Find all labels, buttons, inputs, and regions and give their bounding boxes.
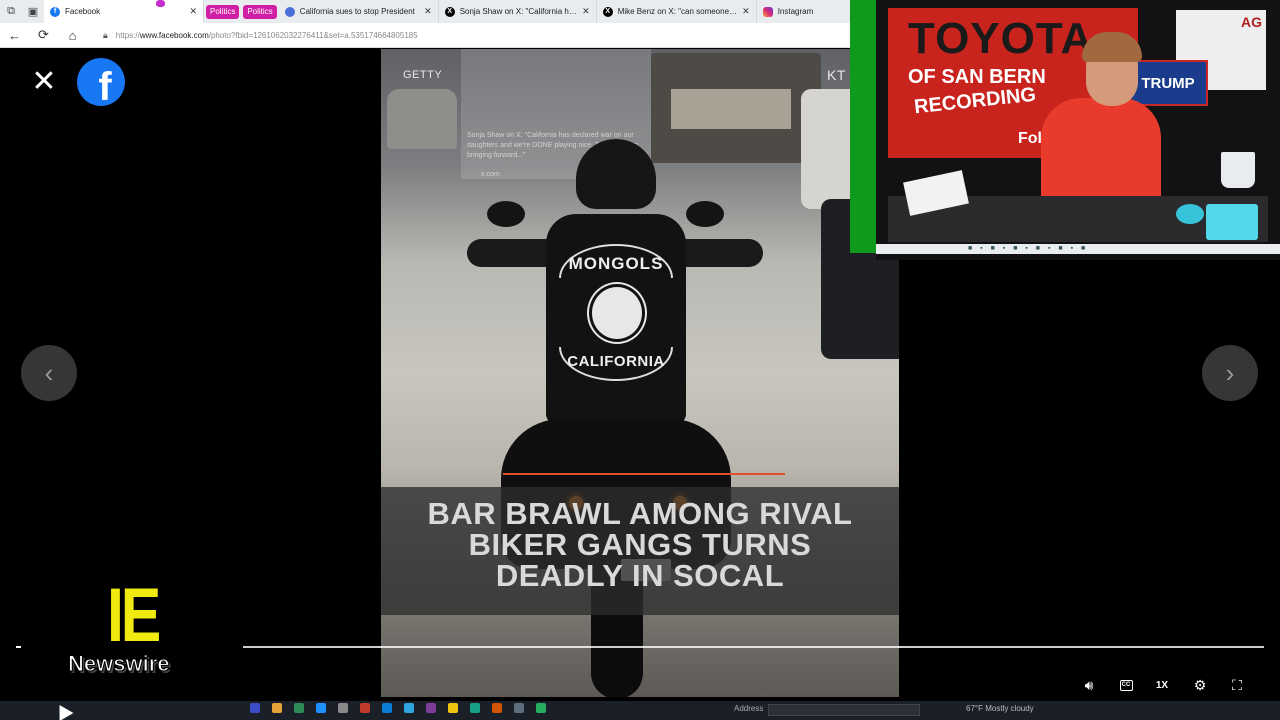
tab-group-politics[interactable]: Politics (206, 4, 240, 19)
app-icon[interactable] (492, 703, 502, 713)
webcam-overlay: TOYOTA OF SAN BERN RECORDING Follow AG T… (876, 0, 1280, 260)
app-icon[interactable] (272, 703, 282, 713)
url-scheme: https:// (115, 30, 140, 40)
captions-icon: CC (1119, 679, 1133, 691)
url-path: /photo?fbid=1261062032276411&set=a.53517… (208, 30, 418, 40)
tab-california-sues[interactable]: California sues to stop President ✕ (279, 0, 439, 23)
taskbar-address-label: Address (734, 704, 764, 713)
facebook-icon: f (50, 6, 60, 17)
app-icon[interactable] (250, 703, 260, 713)
tab-facebook[interactable]: f Facebook ✕ (44, 0, 204, 23)
logo-word: Newswire (68, 651, 170, 677)
caption-line: BAR BRAWL AMONG RIVAL (427, 496, 853, 531)
previous-photo-button[interactable]: ‹ (21, 345, 77, 401)
close-tab-icon[interactable]: ✕ (582, 6, 590, 17)
mirror-shape (487, 201, 525, 227)
address-bar: ← ⟳ ⌂ 🔒︎ https:// www.facebook.com /phot… (0, 23, 850, 48)
back-icon[interactable]: ← (0, 23, 29, 48)
settings-gear-icon[interactable]: ⚙ (1189, 672, 1211, 698)
vest-center-patch (589, 284, 645, 342)
app-icon[interactable] (514, 703, 524, 713)
tab-sonja-shaw[interactable]: X Sonja Shaw on X: "California has ✕ (439, 0, 597, 23)
app-icon[interactable] (426, 703, 436, 713)
progress-bar[interactable] (243, 646, 1264, 648)
news-icon (284, 6, 295, 17)
watermark-getty: GETTY (403, 69, 443, 81)
green-screen-strip (850, 0, 876, 253)
app-icon[interactable] (382, 703, 392, 713)
home-icon[interactable]: ⌂ (58, 23, 87, 48)
watermark-station: KT (827, 67, 846, 83)
windows-taskbar (0, 701, 1280, 720)
tab-mike-benz[interactable]: X Mike Benz on X: "can someone te ✕ (597, 0, 757, 23)
tab-group-politics-2[interactable]: Politics (243, 4, 277, 19)
tab-title: Mike Benz on X: "can someone te (617, 7, 738, 16)
campaign-sign: TRUMP (1128, 60, 1208, 106)
browser-tab-strip: ⧉ ▣ f Facebook ✕ Politics Politics Calif… (0, 0, 850, 23)
tab-title: Instagram (777, 7, 814, 16)
x-icon: X (602, 6, 613, 17)
caption-line: BIKER GANGS TURNS (468, 527, 812, 562)
mirror-shape (686, 201, 724, 227)
taskbar-app-icons (250, 703, 546, 713)
facebook-logo-letter: f (98, 65, 112, 106)
chevron-left-icon: ‹ (44, 357, 54, 388)
person-shirt-shape (1041, 98, 1161, 208)
logo-letters: IE (107, 573, 161, 658)
banner-text: TOYOTA (908, 14, 1094, 63)
next-photo-button[interactable]: › (1202, 345, 1258, 401)
volume-icon[interactable]: 🔊︎ (1078, 672, 1100, 698)
app-icon[interactable] (470, 703, 480, 713)
newswire-logo: IE Newswire (19, 573, 243, 708)
mug-shape (1221, 152, 1255, 188)
x-icon: X (444, 6, 455, 17)
url-field[interactable]: 🔒︎ https:// www.facebook.com /photo?fbid… (97, 26, 850, 45)
truck-window-shape (671, 89, 791, 129)
captions-button[interactable]: CC (1115, 672, 1137, 698)
webcam-taskbar-icons: ■ ▪ ■ ▪ ■ ▪ ■ ▪ ■ ▪ ■ (968, 245, 1089, 252)
close-tab-icon[interactable]: ✕ (742, 6, 750, 17)
app-icon[interactable] (404, 703, 414, 713)
app-icon[interactable] (316, 703, 326, 713)
tab-title: Sonja Shaw on X: "California has (459, 7, 578, 16)
fullscreen-icon[interactable]: ⛶ (1226, 672, 1248, 698)
tab-title: California sues to stop President (299, 7, 415, 16)
workspaces-icon[interactable]: ⧉ (0, 0, 22, 23)
url-host: www.facebook.com (139, 30, 209, 40)
close-viewer-button[interactable]: ✕ (27, 67, 61, 101)
mouse-shape (1176, 204, 1204, 224)
screen: ⧉ ▣ f Facebook ✕ Politics Politics Calif… (0, 0, 1280, 720)
weather-widget[interactable]: 67°F Mostly cloudy (966, 704, 1034, 713)
instagram-icon (762, 6, 773, 17)
photo: GETTY KT Sonja Shaw on X: "California ha… (381, 49, 899, 697)
tab-title: Facebook (65, 7, 101, 16)
progress-played (16, 646, 21, 648)
photo-caption: BAR BRAWL AMONG RIVAL BIKER GANGS TURNS … (381, 498, 899, 591)
playback-speed-button[interactable]: 1X (1150, 672, 1174, 698)
close-tab-icon[interactable]: ✕ (189, 6, 197, 17)
accent-line (503, 473, 785, 475)
app-icon[interactable] (536, 703, 546, 713)
app-icon[interactable] (294, 703, 304, 713)
group-indicator-icon (156, 0, 165, 7)
reload-icon[interactable]: ⟳ (29, 23, 58, 48)
facebook-logo-icon[interactable]: f (77, 58, 125, 106)
app-icon[interactable] (448, 703, 458, 713)
app-icon[interactable] (338, 703, 348, 713)
taskbar-address-input[interactable] (768, 704, 920, 716)
car-shape (387, 89, 457, 149)
caption-line: DEADLY IN SOCAL (495, 558, 785, 593)
keyboard-shape (1206, 204, 1258, 240)
banner-text: RECORDING (913, 83, 1037, 119)
lock-icon: 🔒︎ (103, 29, 108, 40)
tab-actions-icon[interactable]: ▣ (22, 0, 44, 23)
tab-instagram[interactable]: Instagram (757, 0, 823, 23)
close-tab-icon[interactable]: ✕ (424, 6, 432, 17)
chevron-right-icon: › (1225, 357, 1235, 388)
flag-text: AG (1241, 14, 1262, 30)
app-icon[interactable] (360, 703, 370, 713)
helmet-shape (576, 139, 656, 209)
